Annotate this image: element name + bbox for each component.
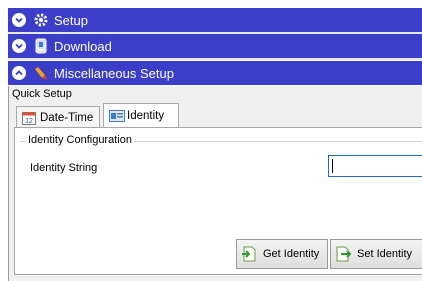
- tab-label-date-time: Date-Time: [40, 111, 94, 124]
- tab-label-identity: Identity: [127, 110, 165, 122]
- get-identity-label: Get Identity: [263, 248, 320, 260]
- section-header-download[interactable]: Download: [8, 34, 422, 58]
- import-icon: [241, 246, 257, 262]
- svg-text:12: 12: [25, 118, 33, 125]
- identity-string-input[interactable]: [328, 155, 422, 177]
- export-icon: [335, 246, 352, 262]
- quick-setup-title: Quick Setup: [12, 88, 72, 100]
- section-label-setup: Setup: [54, 12, 88, 28]
- tab-date-time[interactable]: 12 Date-Time: [16, 106, 100, 128]
- calendar-icon: 12: [22, 111, 36, 125]
- section-label-download: Download: [54, 38, 112, 54]
- set-identity-label: Set Identity: [357, 248, 413, 260]
- chevron-down-icon[interactable]: [12, 13, 26, 27]
- section-header-setup[interactable]: Setup: [8, 8, 422, 32]
- identity-string-label: Identity String: [30, 162, 98, 174]
- set-identity-button[interactable]: Set Identity: [330, 239, 422, 269]
- section-label-miscellaneous-setup: Miscellaneous Setup: [54, 65, 174, 81]
- divider: [8, 58, 422, 60]
- tab-identity[interactable]: Identity: [103, 103, 179, 128]
- text-caret: [332, 159, 333, 173]
- chevron-down-icon[interactable]: [12, 39, 26, 53]
- identity-configuration-group-title: Identity Configuration: [26, 134, 134, 146]
- download-icon: [32, 37, 50, 55]
- gear-icon: [32, 11, 50, 29]
- get-identity-button[interactable]: Get Identity: [236, 239, 328, 269]
- identity-card-icon: [109, 109, 125, 123]
- chevron-up-icon[interactable]: [12, 66, 26, 80]
- wrench-icon: [32, 64, 50, 82]
- section-header-miscellaneous-setup[interactable]: Miscellaneous Setup: [8, 61, 422, 85]
